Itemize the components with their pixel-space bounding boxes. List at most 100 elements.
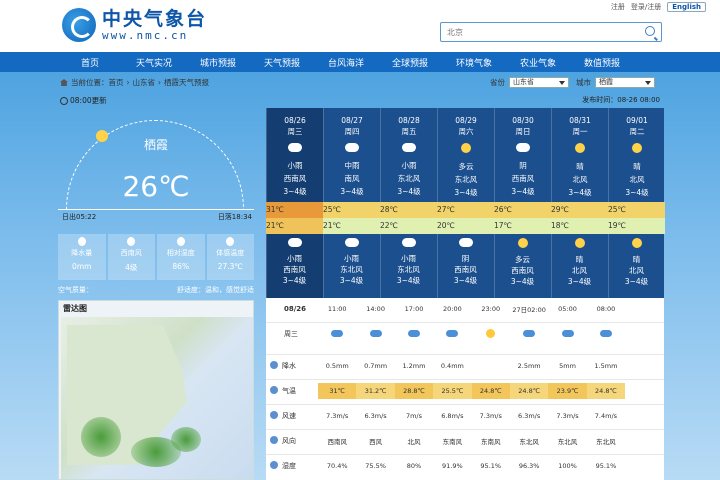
search-input[interactable]	[441, 23, 637, 41]
hourly-row-label: 湿度	[266, 460, 318, 471]
forecast-date: 08/26	[284, 116, 306, 125]
nav-item-observation[interactable]: 天气实况	[122, 56, 186, 69]
breadcrumb-home[interactable]: 当前位置：首页	[71, 77, 124, 88]
forecast-weekday: 周五	[401, 127, 417, 136]
nav-item-weather-forecast[interactable]: 天气预报	[250, 56, 314, 69]
sun-icon	[486, 329, 496, 338]
rain-icon	[270, 360, 278, 369]
low-temp: 17℃	[494, 218, 551, 234]
logo-title: 中央气象台	[102, 7, 208, 30]
thermometer-icon	[270, 385, 278, 394]
forecast-weekday: 周二	[629, 127, 645, 136]
header: 中央气象台 www.nmc.cn 注册 登录/注册 English	[0, 0, 720, 52]
clock-icon	[60, 96, 68, 105]
login-link[interactable]: 注册	[611, 2, 625, 12]
hourly-row-label: 风速	[266, 410, 318, 421]
night-wind: 北风	[572, 266, 587, 275]
forecast-weekday: 周四	[344, 127, 360, 136]
city-select[interactable]: 栖霞	[595, 77, 655, 88]
night-weather: 小雨	[401, 254, 416, 263]
hourly-time: 11:00	[327, 305, 347, 313]
day-weather: 中雨	[344, 161, 360, 170]
nav-item-city-forecast[interactable]: 城市预报	[186, 56, 250, 69]
hourly-value: 100%	[558, 461, 577, 470]
radar-map[interactable]	[61, 317, 253, 479]
radar-echo	[81, 417, 121, 457]
night-wind: 西南风	[283, 265, 306, 274]
hourly-weekday: 周三	[284, 329, 298, 338]
hourly-value: 6.3m/s	[518, 411, 541, 420]
hourly-row: 湿度 70.4% 75.5% 80% 91.9% 95.1% 96.3% 100% 95.1%	[266, 454, 664, 476]
search-box	[440, 22, 662, 42]
hourly-row-label: 风向	[266, 435, 318, 446]
logo[interactable]: 中央气象台 www.nmc.cn	[62, 8, 207, 42]
day-wind-level: 3~4级	[340, 187, 364, 196]
night-wind-level: 3~4级	[624, 277, 649, 286]
breadcrumb-province[interactable]: 山东省	[133, 77, 156, 88]
hourly-value: 23.9℃	[548, 382, 587, 399]
forecast-night: 小雨 西南风 3~4级	[266, 236, 323, 286]
sunset-time: 日落18:34	[217, 213, 252, 221]
cloud-icon	[345, 143, 359, 152]
current-temp: 26℃	[122, 170, 190, 203]
hourly-value: 24.8℃	[586, 382, 626, 399]
hourly-time: 17:00	[404, 305, 424, 313]
day-wind-level: 3~4级	[397, 187, 421, 196]
hourly-row-label: 气温	[266, 385, 318, 396]
hourly-value: 96.3%	[518, 461, 540, 470]
hourly-value: 北风	[407, 437, 421, 446]
cloud-icon	[446, 330, 459, 337]
nav-item-typhoon[interactable]: 台风海洋	[314, 56, 378, 69]
hourly-value: 70.4%	[326, 461, 348, 470]
metric-humidity: 相对湿度 86%	[157, 234, 205, 280]
nav-item-numerical[interactable]: 数值预报	[570, 56, 634, 69]
forecast-date: 08/29	[455, 116, 477, 125]
metric-label: 体感温度	[216, 249, 245, 257]
register-link[interactable]: 登录/注册	[631, 2, 661, 12]
high-temp: 29℃	[551, 202, 608, 218]
nav-item-environment[interactable]: 环境气象	[442, 56, 506, 69]
air-quality: 空气质量：	[58, 286, 93, 294]
hourly-value: 31.2℃	[356, 382, 395, 399]
nav-item-agriculture[interactable]: 农业气象	[506, 56, 570, 69]
hourly-row: 降水 0.5mm 0.7mm 1.2mm 0.4mm 2.5mm 5mm 1.5mm	[266, 354, 664, 376]
hourly-value: 28.8℃	[394, 382, 434, 399]
hourly-value: 2.5mm	[517, 361, 541, 370]
province-select[interactable]: 山东省	[509, 77, 569, 88]
night-wind-level: 3~4级	[339, 276, 364, 285]
breadcrumb: 当前位置：首页 › 山东省 › 栖霞天气预报	[60, 77, 209, 88]
logo-url: www.nmc.cn	[102, 28, 189, 42]
hourly-value: 6.3m/s	[364, 411, 387, 420]
search-icon[interactable]	[645, 26, 655, 36]
cloud-icon	[516, 143, 530, 152]
hourly-value: 7.4m/s	[594, 411, 618, 420]
metric-label: 相对湿度	[166, 249, 195, 257]
metric-wind: 西南风 4级	[107, 234, 155, 280]
sun-icon	[632, 143, 642, 153]
sun-icon	[575, 143, 585, 153]
city-select-wrap: 城市 栖霞	[576, 77, 655, 88]
day-wind-level: 3~4级	[568, 188, 592, 197]
day-wind-level: 3~4级	[454, 188, 478, 197]
day-wind: 东北风	[454, 175, 478, 184]
update-label: 08:00更新	[70, 96, 107, 105]
nav-item-home[interactable]: 首页	[58, 56, 122, 69]
night-weather: 小雨	[287, 254, 302, 263]
low-temp: 21℃	[266, 218, 323, 234]
hourly-time: 08:00	[596, 305, 616, 313]
low-temp: 21℃	[323, 218, 380, 234]
hourly-value: 24.8℃	[471, 382, 510, 399]
hourly-value: 1.2mm	[402, 361, 426, 370]
forecast-date: 08/31	[569, 116, 591, 125]
night-wind: 西南风	[454, 265, 477, 274]
hourly-icon-row: 周三	[266, 322, 664, 344]
day-weather: 阴	[519, 161, 527, 170]
cloud-icon	[369, 330, 382, 337]
day-wind: 北风	[629, 175, 645, 184]
comfort-index: 舒适度：温和，感觉舒适	[177, 286, 254, 294]
english-link[interactable]: English	[667, 2, 706, 12]
day-weather: 晴	[576, 162, 584, 171]
forecast-weekday: 周六	[458, 127, 474, 136]
sun-icon	[461, 143, 471, 153]
nav-item-global[interactable]: 全球预报	[378, 56, 442, 69]
